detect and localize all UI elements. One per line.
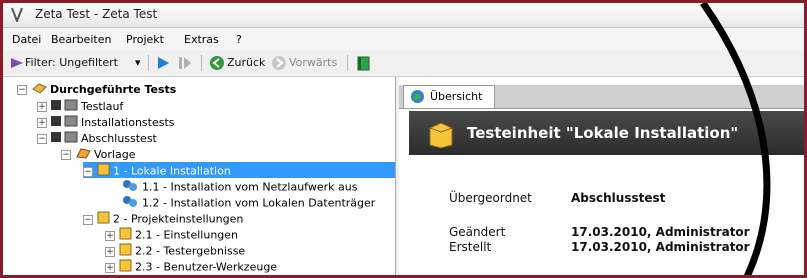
app-window: Zeta Test - Zeta Test Datei Bearbeiten P… [0,0,807,278]
decorative-arc [700,3,771,275]
